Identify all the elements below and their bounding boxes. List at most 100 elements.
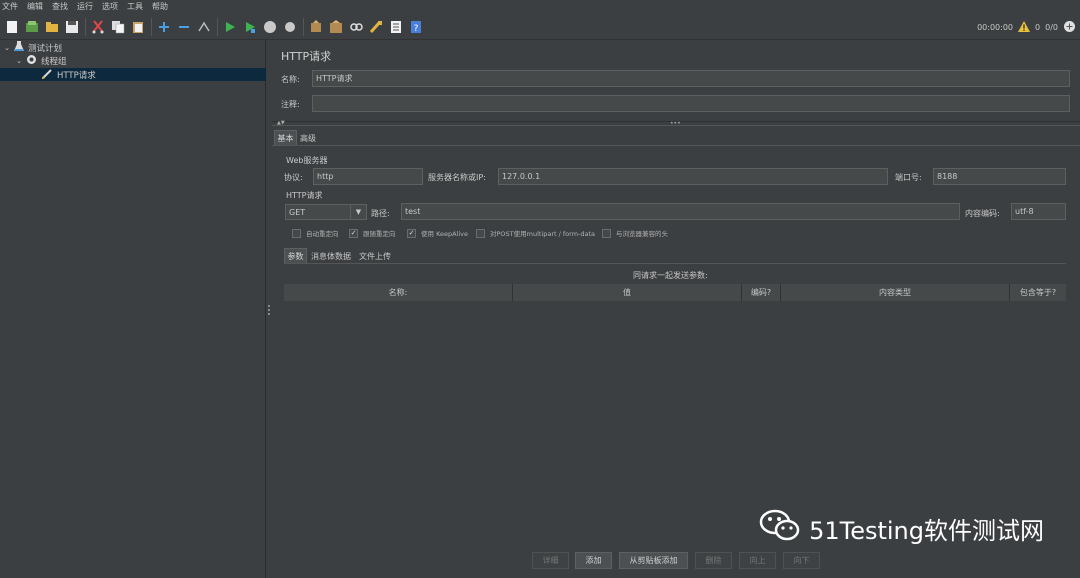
add-button[interactable]: 添加 <box>575 552 612 569</box>
column-value[interactable]: 值 <box>513 284 742 301</box>
path-label: 路径: <box>371 209 390 218</box>
collapse-arrows-icon[interactable]: ▲▼ <box>277 120 285 126</box>
params-table-header: 名称: 值 编码? 内容类型 包含等于? <box>284 284 1066 301</box>
port-label: 端口号: <box>895 173 922 182</box>
divider-grip-icon[interactable]: ••• <box>670 120 681 127</box>
menu-help[interactable]: 帮助 <box>152 0 168 13</box>
expand-icon[interactable] <box>156 19 172 35</box>
method-value: GET <box>289 207 306 217</box>
check-icon[interactable]: ✓ <box>349 228 358 238</box>
pencil-icon <box>41 68 53 82</box>
tree-item-test-plan[interactable]: ⌄ 测试计划 <box>2 40 266 54</box>
tab-body-data[interactable]: 消息体数据 <box>311 251 351 262</box>
checkbox-browser-headers[interactable]: 与浏览器兼容的头 <box>602 228 668 238</box>
checkbox-auto-redirect[interactable]: 自动重定向 <box>292 228 339 238</box>
templates-icon[interactable] <box>24 19 40 35</box>
menu-tools[interactable]: 工具 <box>127 0 143 13</box>
checkbox-box[interactable] <box>292 228 301 238</box>
save-icon[interactable] <box>64 19 80 35</box>
tree-item-http-request[interactable]: HTTP请求 <box>0 68 266 81</box>
status-area: 00:00:00 0 0/0 <box>977 14 1076 40</box>
start-no-pause-icon[interactable] <box>242 19 258 35</box>
help-icon[interactable]: ? <box>408 19 424 35</box>
chevron-down-icon[interactable]: ⌄ <box>14 57 24 65</box>
tab-divider <box>272 145 1080 146</box>
checkbox-keepalive[interactable]: ✓ 使用 KeepAlive <box>407 228 468 238</box>
column-content-type[interactable]: 内容类型 <box>781 284 1010 301</box>
search-icon[interactable] <box>348 19 364 35</box>
server-label: 服务器名称或IP: <box>428 173 486 182</box>
server-field[interactable]: 127.0.0.1 <box>498 168 888 185</box>
wechat-icon <box>759 508 801 548</box>
tab-basic[interactable]: 基本 <box>274 130 297 145</box>
tree-item-thread-group[interactable]: ⌄ 线程组 <box>14 54 266 67</box>
method-select[interactable]: GET ▼ <box>285 204 367 220</box>
menu-edit[interactable]: 编辑 <box>27 0 43 13</box>
toolbar-separator <box>85 17 86 36</box>
toolbar-separator <box>303 17 304 36</box>
menu-options[interactable]: 选项 <box>102 0 118 13</box>
open-icon[interactable] <box>44 19 60 35</box>
menu-search[interactable]: 查找 <box>52 0 68 13</box>
stop-icon[interactable] <box>262 19 278 35</box>
checkbox-label: 与浏览器兼容的头 <box>616 230 668 238</box>
tab-files-upload[interactable]: 文件上传 <box>359 251 391 262</box>
start-icon[interactable] <box>222 19 238 35</box>
warning-icon[interactable] <box>1018 20 1031 34</box>
chevron-down-icon[interactable]: ⌄ <box>2 44 12 52</box>
watermark-text: 51Testing软件测试网 <box>809 516 1044 545</box>
tree-item-label: HTTP请求 <box>57 70 96 81</box>
add-from-clipboard-button[interactable]: 从剪贴板添加 <box>619 552 688 569</box>
panel-title: HTTP请求 <box>281 50 332 63</box>
detail-button[interactable]: 详细 <box>532 552 569 569</box>
menu-file[interactable]: 文件 <box>2 0 18 13</box>
shutdown-icon[interactable] <box>282 19 298 35</box>
menu-run[interactable]: 运行 <box>77 0 93 13</box>
name-field[interactable]: HTTP请求 <box>312 70 1070 87</box>
paste-icon[interactable] <box>130 19 146 35</box>
clear-all-icon[interactable] <box>328 19 344 35</box>
copy-icon[interactable] <box>110 19 126 35</box>
splitter-grip-icon[interactable] <box>268 305 270 315</box>
tab-parameters[interactable]: 参数 <box>284 248 307 263</box>
checkbox-label: 使用 KeepAlive <box>421 230 469 238</box>
checkbox-multipart[interactable]: 对POST使用multipart / form-data <box>476 228 595 238</box>
port-field[interactable]: 8188 <box>933 168 1066 185</box>
reset-search-icon[interactable] <box>368 19 384 35</box>
comment-field[interactable] <box>312 95 1070 112</box>
params-table-body[interactable] <box>284 301 1066 539</box>
warning-count: 0 <box>1035 22 1041 32</box>
test-plan-tree <box>0 40 266 578</box>
delete-button[interactable]: 删除 <box>695 552 732 569</box>
toggle-icon[interactable] <box>196 19 212 35</box>
new-icon[interactable] <box>4 19 20 35</box>
function-helper-icon[interactable] <box>388 19 404 35</box>
down-button[interactable]: 向下 <box>783 552 820 569</box>
checkbox-box[interactable] <box>602 228 611 238</box>
gear-icon <box>26 54 37 68</box>
checkbox-label: 跟随重定向 <box>363 230 396 238</box>
path-field[interactable]: test <box>401 203 960 220</box>
http-request-label: HTTP请求 <box>286 191 323 200</box>
protocol-field[interactable]: http <box>313 168 423 185</box>
clear-icon[interactable] <box>308 19 324 35</box>
toolbar: ? 00:00:00 0 0/0 <box>0 14 1080 40</box>
toolbar-separator <box>217 17 218 36</box>
cut-icon[interactable] <box>90 19 106 35</box>
checkbox-follow-redirects[interactable]: ✓ 跟随重定向 <box>349 228 396 238</box>
comment-label: 注释: <box>281 100 300 109</box>
checkbox-box[interactable] <box>476 228 485 238</box>
check-icon[interactable]: ✓ <box>407 228 416 238</box>
svg-text:?: ? <box>414 24 419 34</box>
remote-icon[interactable] <box>1063 20 1076 35</box>
collapse-icon[interactable] <box>176 19 192 35</box>
up-button[interactable]: 向上 <box>739 552 776 569</box>
tab-advanced[interactable]: 高级 <box>300 133 316 144</box>
column-encode[interactable]: 编码? <box>742 284 781 301</box>
web-server-label: Web服务器 <box>286 156 328 165</box>
column-name[interactable]: 名称: <box>284 284 513 301</box>
subtab-divider <box>284 263 1066 264</box>
encoding-field[interactable]: utf-8 <box>1011 203 1066 220</box>
chevron-down-icon[interactable]: ▼ <box>350 205 366 219</box>
column-include-equals[interactable]: 包含等于? <box>1010 284 1066 301</box>
